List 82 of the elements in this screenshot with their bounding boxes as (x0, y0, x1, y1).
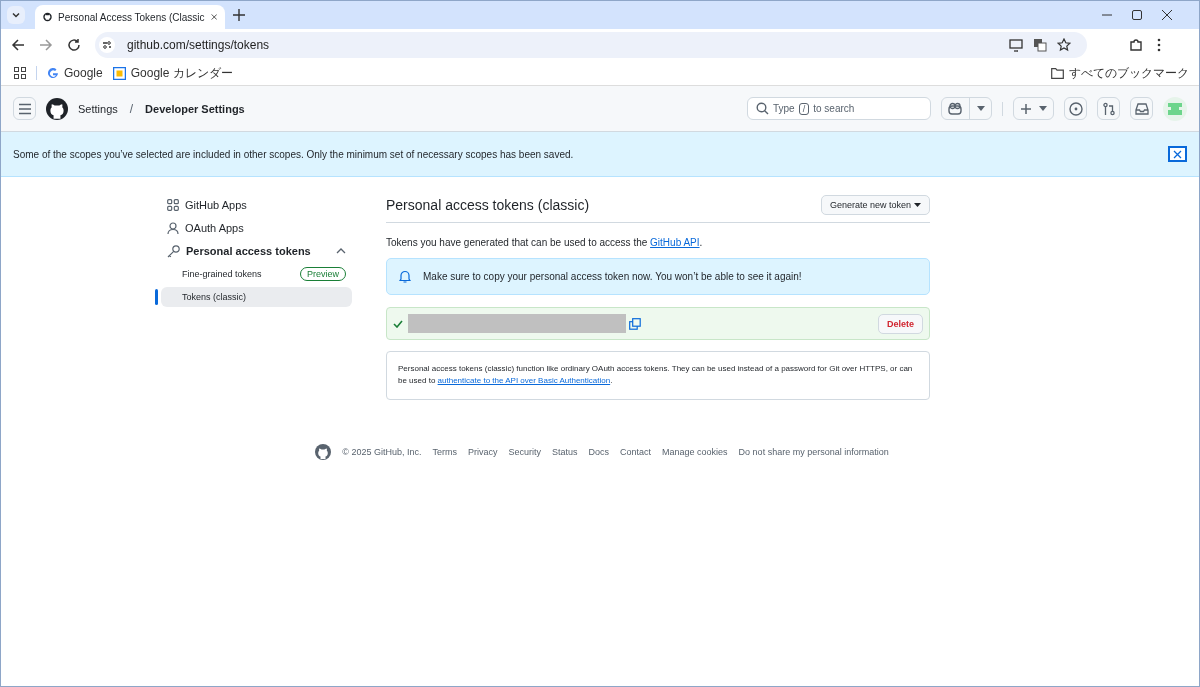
all-bookmarks-button[interactable]: すべてのブックマーク (1051, 64, 1189, 82)
footer-link[interactable]: Security (508, 446, 541, 457)
tab-list-button[interactable] (7, 6, 25, 24)
maximize-icon[interactable] (1131, 9, 1143, 21)
url-text: github.com/settings/tokens (127, 38, 270, 52)
tab-title: Personal Access Tokens (Classic (58, 11, 205, 23)
generate-token-button[interactable]: Generate new token (820, 195, 930, 215)
google-logo-icon (47, 67, 59, 79)
caret-icon (1039, 106, 1047, 111)
create-new-button[interactable] (1013, 97, 1054, 120)
address-bar[interactable]: github.com/settings/tokens (95, 32, 1087, 58)
menu-icon (17, 102, 32, 115)
install-app-icon[interactable] (1009, 38, 1023, 52)
key-icon (167, 244, 180, 258)
breadcrumb-link[interactable]: Developer Settings (145, 102, 245, 115)
site-settings-icon[interactable] (99, 37, 115, 53)
more-menu-icon[interactable] (1157, 38, 1161, 52)
back-arrow-icon[interactable] (11, 38, 25, 52)
reload-icon[interactable] (67, 38, 81, 52)
octocat-logo-icon[interactable] (46, 97, 68, 120)
apps-grid-icon (167, 199, 179, 211)
plus-icon[interactable] (233, 9, 245, 21)
octocat-logo-icon[interactable] (315, 443, 332, 460)
footer-link[interactable]: Contact (620, 446, 652, 457)
check-icon (393, 319, 403, 328)
delete-button[interactable]: Delete (878, 313, 923, 334)
copilot-icon (948, 102, 962, 115)
chevron-up-icon[interactable] (336, 248, 346, 254)
folder-icon (1051, 67, 1064, 79)
search-field[interactable]: Type / to search (747, 97, 931, 120)
sidebar-subitem[interactable]: Fine-grained tokens Preview (161, 264, 352, 284)
search-icon (756, 102, 769, 115)
copyright-text: © 2025 GitHub, Inc. (342, 446, 422, 457)
page-title: Personal access tokens (classic) (386, 197, 590, 213)
sidebar-item[interactable]: OAuth Apps (161, 218, 352, 238)
apps-grid-icon[interactable] (14, 67, 26, 79)
bookmark[interactable]: Google (47, 66, 103, 80)
bell-icon (399, 270, 411, 283)
translate-icon[interactable] (1033, 38, 1047, 52)
forward-arrow-icon[interactable] (39, 38, 53, 52)
plus-icon (1020, 102, 1032, 115)
inbox-icon (1134, 102, 1149, 115)
flash-message: Some of the scopes you’ve selected are included in other scopes. Only the minimum set of necessary scopes has been saved. (13, 148, 575, 160)
issues-button[interactable] (1064, 97, 1087, 120)
keyboard-key: / (798, 102, 810, 115)
footer-link[interactable]: Manage cookies (662, 446, 728, 457)
browser-tab[interactable]: Personal Access Tokens (Classic (35, 5, 225, 29)
sidebar-item[interactable]: Personal access tokens (161, 241, 352, 261)
bookmark[interactable]: Google カレンダー (112, 64, 233, 82)
extensions-icon[interactable] (1129, 38, 1143, 52)
star-icon[interactable] (1057, 38, 1071, 52)
calendar-icon (112, 66, 126, 80)
close-icon[interactable] (1161, 9, 1173, 21)
intro-text: Tokens you have generated that can be used to access the GitHub API. (386, 237, 704, 248)
caret-icon (914, 203, 921, 207)
selection-indicator (155, 289, 158, 305)
pull-request-icon (1101, 101, 1116, 116)
person-icon (167, 222, 179, 234)
search-placeholder: Type (773, 103, 795, 114)
footer-link[interactable]: Docs (588, 446, 610, 457)
close-icon[interactable] (210, 12, 217, 22)
inbox-button[interactable] (1130, 97, 1153, 120)
sidebar-item[interactable]: GitHub Apps (161, 195, 352, 215)
search-placeholder: to search (813, 103, 855, 114)
footer-link[interactable]: Privacy (467, 446, 498, 457)
pull-requests-button[interactable] (1097, 97, 1120, 120)
github-api-link[interactable]: GitHub API (650, 237, 700, 248)
breadcrumb-link[interactable]: Settings (78, 102, 118, 115)
footer-link[interactable]: Status (552, 446, 578, 457)
footer-link[interactable]: Do not share my personal information (738, 446, 889, 457)
dismiss-button[interactable] (1168, 146, 1187, 162)
menu-button[interactable] (13, 97, 36, 120)
info-text: Personal access tokens (classic) function like ordinary OAuth access tokens. They can be used instead of a password for Git over HTTPS, or can be used to authenticate to the API over Basic Authentication. (398, 363, 914, 388)
copilot-button[interactable] (941, 97, 992, 120)
breadcrumb-separator: / (129, 101, 134, 116)
copy-icon[interactable] (629, 317, 641, 330)
chevron-down-icon (11, 10, 21, 20)
notice-text: Make sure to copy your personal access token now. You won’t be able to see it again! (423, 271, 802, 282)
issue-circle-icon (1068, 101, 1083, 116)
footer-link[interactable]: Terms (432, 446, 457, 457)
caret-icon (977, 106, 985, 111)
close-icon (1173, 149, 1182, 159)
